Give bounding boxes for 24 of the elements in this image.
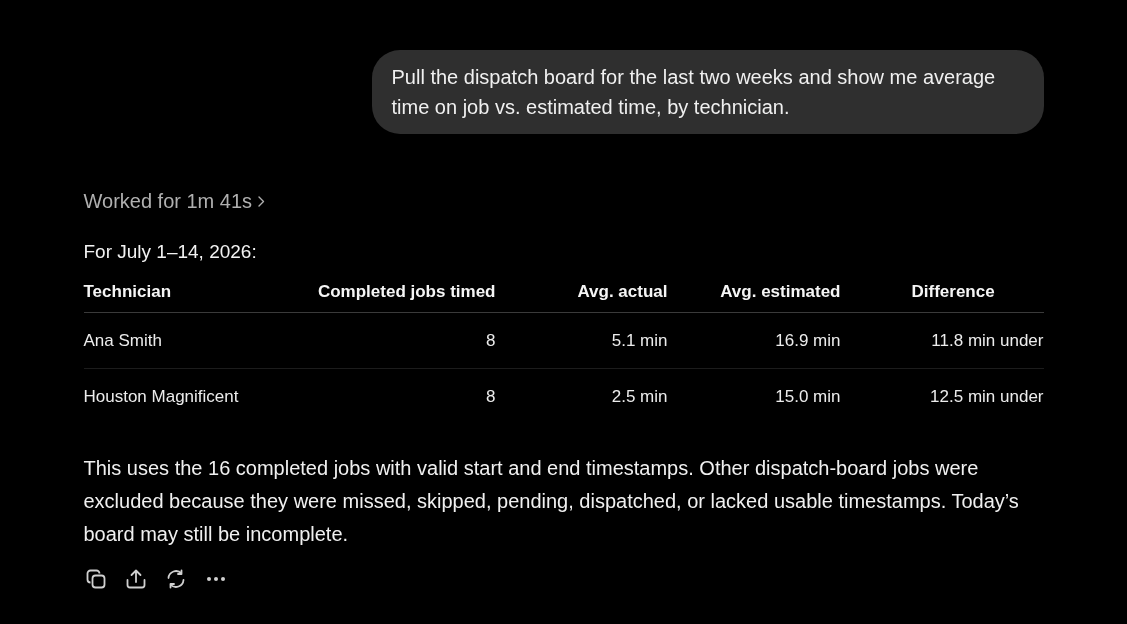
copy-icon (85, 569, 106, 589)
table-cell: Houston Magnificent (83, 386, 239, 407)
summary-paragraph: This uses the 16 completed jobs with valid start and end timestamps. Other dispatch-board jobs were excluded because they were missed, skipped, pending, dispatched, or lacked usable timestamps. Today’s board may still be incomplete. (83, 456, 1020, 547)
table-cell: 5.1 min (611, 330, 668, 351)
user-message: Pull the dispatch board for the last two weeks and show me average time on job vs. estimated time, by technician. (371, 50, 1044, 134)
table-cell: Ana Smith (83, 330, 162, 351)
column-header: Technician (83, 282, 172, 302)
column-header: Avg. estimated (720, 282, 841, 302)
table-cell: 2.5 min (611, 386, 668, 407)
intro-text: For July 1–14, 2026: (83, 240, 257, 264)
more-icon (206, 577, 225, 581)
chevron-icon (258, 195, 266, 207)
column-header: Completed jobs timed (317, 282, 496, 302)
share-icon (125, 569, 146, 589)
table-cell: 15.0 min (775, 386, 841, 407)
table-cell: 8 (486, 386, 496, 407)
table-cell: 11.8 min under (931, 330, 1044, 351)
refresh-icon (165, 569, 186, 589)
table-cell: 8 (486, 330, 496, 351)
table-cell: 16.9 min (775, 330, 841, 351)
column-header: Avg. actual (577, 282, 668, 302)
column-header: Difference (911, 282, 995, 302)
table-cell: 12.5 min under (930, 386, 1044, 407)
worked-for-toggle[interactable]: Worked for 1m 41s (83, 187, 266, 215)
